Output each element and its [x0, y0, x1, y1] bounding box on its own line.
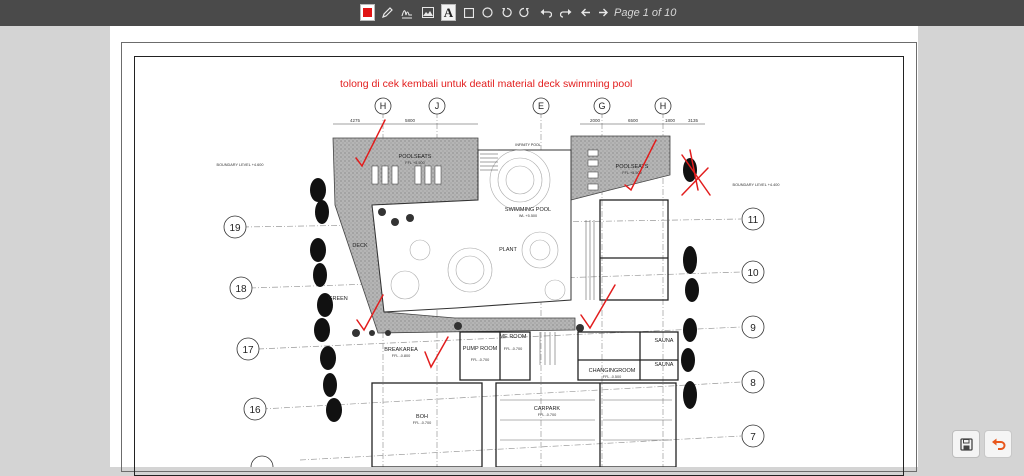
room-label: CHANGINGROOM	[589, 368, 636, 374]
room-label: SAUNA	[655, 338, 674, 344]
room-label: GREEN	[328, 296, 348, 302]
grid-label-left: 19	[229, 223, 241, 234]
room-label: INFINITY POOL	[515, 143, 540, 147]
svg-text:5800: 5800	[405, 118, 416, 123]
floppy-disk-icon	[959, 437, 973, 451]
grid-label-top: H	[660, 101, 667, 111]
room-label: BREAKAREA	[384, 347, 418, 353]
svg-text:1800: 1800	[665, 118, 676, 123]
grid-bubbles-top	[374, 97, 672, 115]
room-label: DECK	[352, 243, 368, 249]
svg-text:3135: 3135	[688, 118, 699, 123]
room-label: BOH	[416, 414, 428, 420]
grid-label-right: 8	[750, 378, 756, 389]
level-label: BOUNDARY LEVEL +4.400	[733, 183, 780, 187]
undo-arrow-icon	[991, 438, 1005, 450]
undo-action-button[interactable]	[984, 430, 1012, 458]
level-label: WL +5.500	[519, 214, 537, 218]
room-label: CARPARK	[534, 406, 561, 412]
grid-label-left: 17	[242, 345, 254, 356]
level-label: BOUNDARY LEVEL +4.600	[217, 163, 264, 167]
grid-label-right: 11	[748, 215, 759, 226]
room-label: SAUNA	[655, 362, 674, 368]
level-label: FFL -0.800	[392, 354, 410, 358]
svg-text:2000: 2000	[590, 118, 601, 123]
room-label: POOLSEATS	[399, 154, 432, 160]
level-label: FFL -0.700	[471, 358, 489, 362]
room-label: SWIMMING POOL	[505, 207, 551, 213]
grid-label-right: 10	[747, 268, 759, 279]
grid-label-right: 7	[750, 432, 756, 443]
save-button[interactable]	[952, 430, 980, 458]
floor-plan-drawing: H J E G H 11 10 9 8 7 19 18 17 16 4275 5…	[217, 97, 780, 467]
level-label: FFL -0.700	[538, 413, 556, 417]
room-label: PUMP ROOM	[463, 346, 498, 352]
svg-text:6500: 6500	[628, 118, 639, 123]
grid-bubbles-left	[223, 215, 274, 467]
grid-label-top: J	[435, 101, 440, 111]
annotation-note[interactable]: tolong di cek kembali untuk deatil mater…	[340, 78, 632, 90]
grid-label-top: H	[380, 101, 387, 111]
grid-label-top: G	[598, 101, 605, 111]
room-label: ME ROOM	[500, 334, 527, 340]
level-label: FFL -0.700	[504, 347, 522, 351]
grid-label-left: 18	[235, 284, 247, 295]
grid-label-right: 9	[750, 323, 756, 334]
room-label: PLANT	[499, 247, 517, 253]
grid-label-left: 16	[249, 405, 261, 416]
level-label: FFL -0.700	[413, 421, 431, 425]
svg-text:4275: 4275	[350, 118, 361, 123]
level-label: FFL +5.500	[405, 161, 424, 165]
grid-label-top: E	[538, 101, 544, 111]
level-label: FFL -0.500	[603, 375, 621, 379]
